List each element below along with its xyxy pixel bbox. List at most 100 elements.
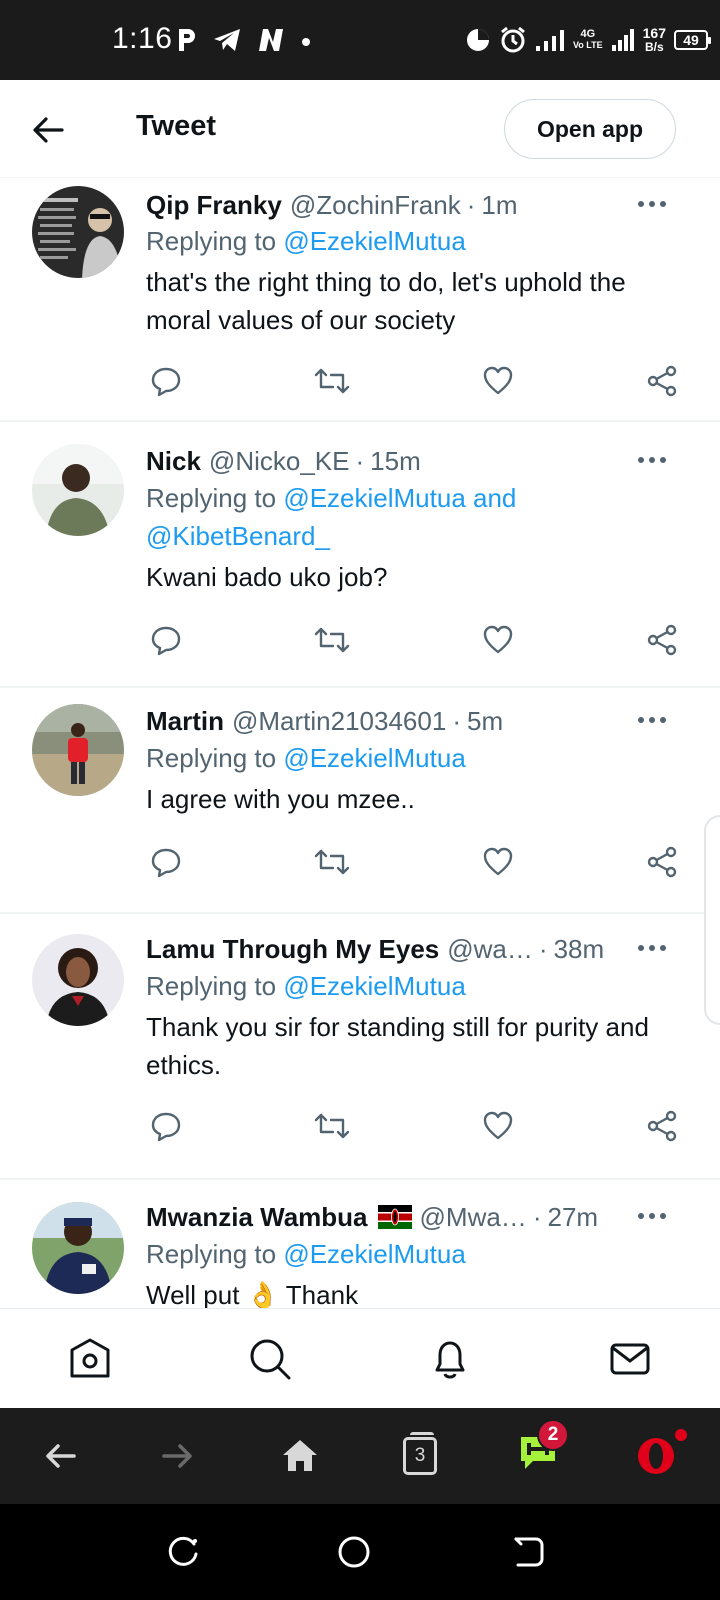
reply-button[interactable] (146, 620, 186, 660)
status-time: 1:16 (112, 22, 173, 55)
mention-link[interactable]: @EzekielMutua (283, 971, 465, 1001)
more-icon[interactable] (636, 712, 668, 728)
nav-messages[interactable] (540, 1309, 720, 1408)
open-app-button[interactable]: Open app (504, 99, 676, 159)
tweet-text: Kwani bado uko job? (146, 562, 388, 592)
author-name[interactable]: Qip Franky (146, 190, 282, 221)
mention-link[interactable]: @EzekielMutua (283, 1239, 465, 1269)
author-handle[interactable]: @Martin21034601 (232, 706, 446, 737)
replying-prefix: Replying to (146, 226, 284, 256)
share-button[interactable] (642, 620, 682, 660)
tweet[interactable]: Qip Franky @ZochinFrank · 1m Replying to… (0, 178, 720, 422)
app-header: Tweet Open app (0, 80, 720, 178)
tweet-time[interactable]: 15m (370, 446, 421, 477)
share-button[interactable] (642, 361, 682, 401)
share-button[interactable] (642, 1106, 682, 1146)
reply-icon (151, 848, 181, 878)
avatar[interactable] (32, 1202, 124, 1294)
tweet[interactable]: Lamu Through My Eyes @wa… · 38m Replying… (0, 914, 720, 1180)
heart-icon (483, 625, 513, 654)
edge-panel-handle[interactable] (704, 815, 720, 1025)
reply-button[interactable] (146, 842, 186, 882)
messenger-button[interactable]: 2 (514, 1418, 569, 1480)
dot-icon (302, 38, 310, 46)
nav-explore[interactable] (180, 1309, 360, 1408)
share-icon (647, 624, 677, 656)
reply-icon (151, 626, 181, 656)
tweet[interactable]: Martin @Martin21034601 · 5m Replying to … (0, 688, 720, 914)
speed-unit: B/s (644, 40, 664, 54)
author-name[interactable]: Nick (146, 446, 201, 477)
like-button[interactable] (478, 842, 518, 882)
notification-dot-icon (675, 1428, 687, 1441)
author-name[interactable]: Mwanzia Wambua (146, 1202, 368, 1233)
tweet[interactable]: Nick @Nicko_KE · 15m Replying to @Ezekie… (0, 422, 720, 688)
avatar[interactable] (32, 704, 124, 796)
reply-feed[interactable]: Qip Franky @ZochinFrank · 1m Replying to… (0, 178, 720, 1308)
mention-link[interactable]: @EzekielMutua (283, 743, 465, 773)
like-button[interactable] (478, 1106, 518, 1146)
author-handle[interactable]: @wa… (447, 934, 533, 965)
browser-back-button[interactable] (36, 1432, 84, 1480)
tweet-time[interactable]: 1m (481, 190, 517, 221)
more-icon[interactable] (636, 940, 668, 956)
browser-forward-button[interactable] (154, 1432, 202, 1480)
reply-button[interactable] (146, 1106, 186, 1146)
mention-link-2[interactable]: @KibetBenard_ (146, 521, 330, 551)
signal-icon-2 (611, 29, 634, 51)
author-handle[interactable]: @Nicko_KE (209, 446, 350, 477)
like-button[interactable] (478, 620, 518, 660)
like-button[interactable] (478, 361, 518, 401)
author-handle[interactable]: @ZochinFrank (290, 190, 461, 221)
avatar[interactable] (32, 934, 124, 1026)
heart-icon (483, 847, 513, 876)
arrow-left-icon (33, 117, 64, 143)
separator: · (532, 1201, 542, 1232)
recents-icon[interactable] (162, 1532, 202, 1572)
author-name[interactable]: Lamu Through My Eyes (146, 934, 439, 965)
avatar[interactable] (32, 186, 124, 278)
browser-toolbar: 3 2 (0, 1408, 720, 1504)
avatar[interactable] (32, 444, 124, 536)
tweet-header: Lamu Through My Eyes @wa… · 38m (146, 932, 696, 966)
more-icon[interactable] (636, 1208, 668, 1224)
browser-home-button[interactable] (276, 1432, 324, 1480)
author-name[interactable]: Martin (146, 706, 224, 737)
browser-tabs-button[interactable]: 3 (396, 1432, 444, 1480)
kenya-flag-icon (377, 1205, 412, 1229)
author-handle[interactable]: @Mwa… (420, 1202, 527, 1233)
tweet-text: Well put 👌 Thank (146, 1280, 359, 1308)
reply-button[interactable] (146, 361, 186, 401)
tweet[interactable]: Mwanzia Wambua @Mwa… · 27m Replying to @… (0, 1180, 720, 1308)
network-type: 4G Vo LTE (573, 29, 603, 51)
share-icon (647, 846, 677, 878)
twitter-bottom-nav (0, 1308, 720, 1408)
retweet-button[interactable] (312, 620, 352, 660)
replying-prefix: Replying to (146, 743, 284, 773)
retweet-button[interactable] (312, 1106, 352, 1146)
retweet-button[interactable] (312, 842, 352, 882)
replying-prefix: Replying to (146, 483, 284, 513)
back-icon[interactable] (508, 1532, 548, 1572)
opera-menu-button[interactable] (634, 1428, 687, 1480)
nav-home[interactable] (0, 1309, 180, 1408)
heart-icon (483, 366, 513, 395)
tweet-time[interactable]: 38m (554, 934, 605, 965)
mention-link[interactable]: @EzekielMutua and (283, 483, 516, 513)
retweet-icon (314, 627, 350, 653)
mention-link[interactable]: @EzekielMutua (283, 226, 465, 256)
replying-to: Replying to @EzekielMutua and @KibetBena… (146, 479, 696, 555)
tab-count-value: 3 (414, 1445, 426, 1466)
notification-icons (176, 24, 312, 56)
back-button[interactable] (28, 110, 68, 150)
more-icon[interactable] (636, 452, 668, 468)
more-icon[interactable] (636, 196, 668, 212)
home-circle-icon[interactable] (334, 1532, 374, 1572)
replying-to: Replying to @EzekielMutua (146, 222, 696, 260)
nav-notifications[interactable] (360, 1309, 540, 1408)
tweet-time[interactable]: 27m (547, 1202, 598, 1233)
share-icon (647, 1110, 677, 1142)
share-button[interactable] (642, 842, 682, 882)
retweet-button[interactable] (312, 361, 352, 401)
tweet-time[interactable]: 5m (467, 706, 503, 737)
